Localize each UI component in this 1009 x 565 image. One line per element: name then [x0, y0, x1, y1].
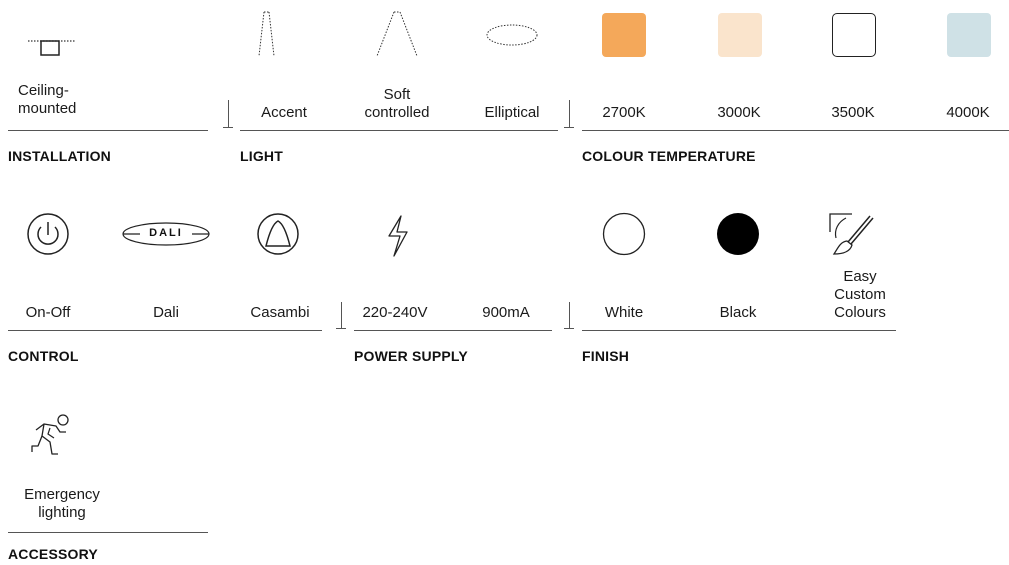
paintbrush-icon: [829, 213, 874, 255]
ceiling-mounted-icon: [28, 40, 76, 56]
temp-4000k-label: 4000K: [946, 104, 990, 121]
dali-logo-icon: DALI: [122, 222, 210, 246]
black-finish-swatch: [717, 213, 759, 255]
control-dali-label: Dali: [153, 304, 179, 321]
colour-rule: [582, 130, 1009, 131]
accessory-rule: [8, 532, 208, 533]
power-icon: [27, 213, 69, 255]
power-voltage-label: 220-240V: [362, 304, 428, 321]
lightning-icon: [388, 215, 408, 257]
divider: [569, 302, 570, 329]
finish-custom-label: Easy Custom Colours: [834, 268, 886, 321]
white-finish-swatch: [602, 212, 646, 256]
control-onoff-label: On-Off: [25, 304, 71, 321]
finish-black-label: Black: [719, 304, 757, 321]
temp-3000k-label: 3000K: [717, 104, 761, 121]
swatch-4000k: [947, 13, 991, 57]
colour-heading: COLOUR TEMPERATURE: [582, 148, 756, 164]
soft-controlled-beam-icon: [376, 11, 418, 57]
finish-heading: FINISH: [582, 348, 630, 364]
power-current-label: 900mA: [482, 304, 530, 321]
elliptical-beam-icon: [486, 24, 538, 46]
finish-white-label: White: [604, 304, 644, 321]
temp-3500k-label: 3500K: [831, 104, 875, 121]
temp-2700k-label: 2700K: [602, 104, 646, 121]
casambi-icon: [257, 213, 299, 255]
installation-ceiling-label: Ceiling- mounted: [18, 82, 77, 117]
swatch-2700k: [602, 13, 646, 57]
accessory-heading: ACCESSORY: [8, 546, 98, 562]
swatch-3000k: [718, 13, 762, 57]
light-elliptical-label: Elliptical: [484, 104, 540, 121]
divider-foot: [336, 328, 346, 329]
swatch-3500k: [832, 13, 876, 57]
divider-foot: [564, 127, 574, 128]
divider: [569, 100, 570, 127]
accent-beam-icon: [258, 11, 275, 57]
installation-heading: INSTALLATION: [8, 148, 111, 164]
installation-rule: [8, 130, 208, 131]
light-heading: LIGHT: [240, 148, 283, 164]
divider: [341, 302, 342, 329]
divider-foot: [564, 328, 574, 329]
divider: [228, 100, 229, 127]
dali-logo-text: DALI: [149, 227, 183, 239]
control-heading: CONTROL: [8, 348, 79, 364]
light-accent-label: Accent: [261, 104, 307, 121]
control-casambi-label: Casambi: [250, 304, 310, 321]
emergency-exit-icon: [31, 414, 69, 455]
divider-foot: [223, 127, 233, 128]
light-rule: [240, 130, 558, 131]
light-soft-label: Soft controlled: [364, 86, 430, 121]
accessory-emergency-label: Emergency lighting: [24, 486, 100, 521]
finish-rule: [582, 330, 896, 331]
control-rule: [8, 330, 322, 331]
power-rule: [354, 330, 552, 331]
power-heading: POWER SUPPLY: [354, 348, 468, 364]
